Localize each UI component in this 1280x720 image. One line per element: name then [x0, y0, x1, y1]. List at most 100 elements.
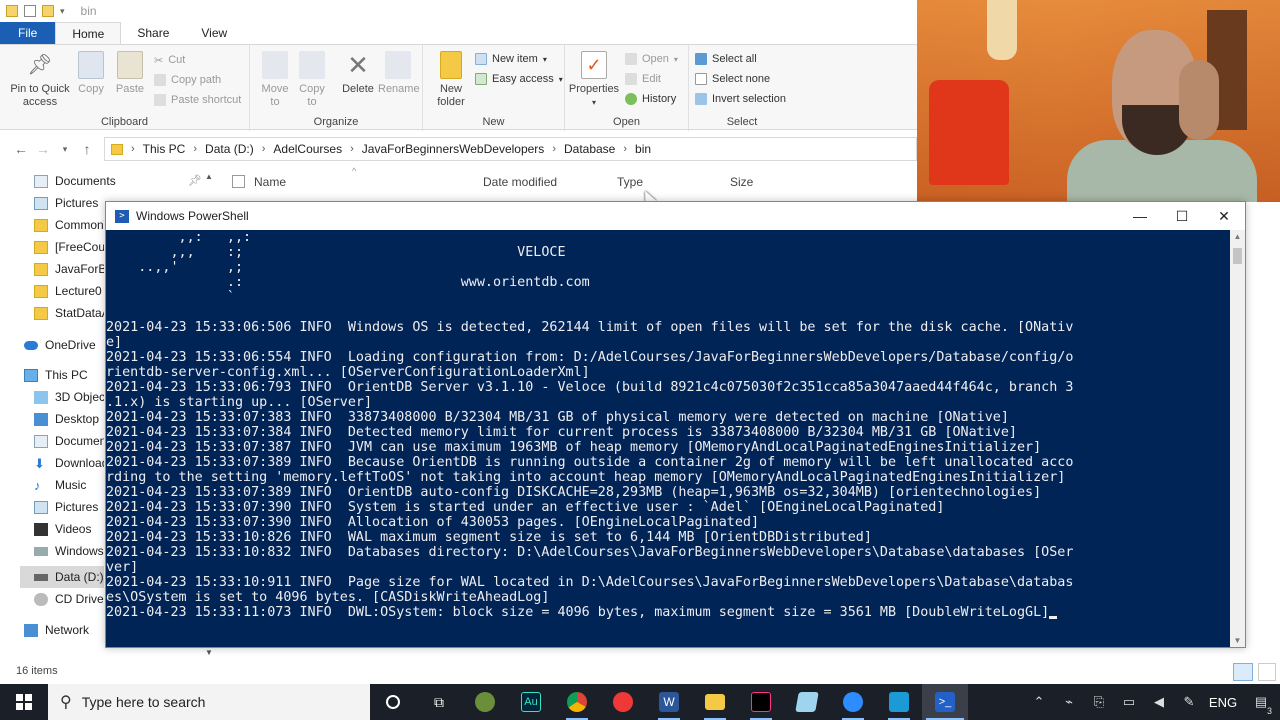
scroll-down-icon[interactable]: ▼ — [205, 648, 213, 657]
taskbar-app-notes[interactable] — [784, 684, 830, 720]
taskbar-search[interactable]: ⚲ Type here to search — [48, 684, 370, 720]
volume-icon[interactable]: ◀ — [1144, 694, 1174, 710]
nav-item-network[interactable]: Network — [24, 619, 89, 641]
chevron-up-icon[interactable]: ⌃ — [1024, 694, 1054, 710]
nav-item-downloads[interactable]: ⬇ Downloads — [34, 452, 104, 474]
taskbar-app-chrome[interactable] — [554, 684, 600, 720]
chevron-right-icon[interactable]: › — [623, 143, 627, 155]
invert-selection-button[interactable]: Invert selection — [695, 90, 786, 108]
properties-qat-icon[interactable] — [24, 5, 36, 17]
battery-icon[interactable]: ▭ — [1114, 694, 1144, 710]
column-size[interactable]: Size — [730, 175, 753, 189]
task-view-button[interactable]: ⧉ — [416, 684, 462, 720]
qat-dropdown-icon[interactable]: ▾ — [60, 6, 65, 17]
taskbar-app-gimp[interactable] — [462, 684, 508, 720]
chevron-right-icon[interactable]: › — [552, 143, 556, 155]
select-none-button[interactable]: Select none — [695, 70, 770, 88]
properties-button[interactable]: ✓ Properties ▾ — [567, 49, 621, 109]
rename-button[interactable]: Rename — [378, 49, 420, 96]
new-folder-button[interactable]: New folder — [431, 49, 471, 109]
chevron-right-icon[interactable]: › — [350, 143, 354, 155]
language-indicator[interactable]: ENG — [1204, 695, 1242, 710]
edit-button[interactable]: Edit — [625, 70, 661, 88]
usb-icon[interactable]: ⎘ — [1084, 694, 1114, 710]
nav-item-onedrive[interactable]: OneDrive — [24, 334, 96, 356]
chevron-right-icon[interactable]: › — [131, 143, 135, 155]
easy-access-button[interactable]: Easy access ▾ — [475, 70, 563, 88]
nav-item-pictures-pc[interactable]: Pictures — [34, 496, 104, 518]
taskbar-app-powershell[interactable]: >_ — [922, 684, 968, 720]
close-button[interactable]: ✕ — [1202, 202, 1246, 230]
chevron-right-icon[interactable]: › — [193, 143, 197, 155]
taskbar-app-intellij[interactable] — [738, 684, 784, 720]
large-icons-view-button[interactable] — [1258, 663, 1276, 681]
nav-item-3d-objects[interactable]: 3D Objects — [34, 386, 104, 408]
tab-view[interactable]: View — [185, 22, 243, 44]
taskbar-app-vivaldi[interactable] — [600, 684, 646, 720]
breadcrumb[interactable]: › This PC › Data (D:) › AdelCourses › Ja… — [104, 137, 917, 161]
start-button[interactable] — [0, 684, 48, 720]
terminal-output[interactable]: ,,: ,,: ,,, :; VELOCE ..,,' ,; .: www.or… — [106, 230, 1230, 647]
forward-arrow-icon[interactable]: → — [32, 141, 54, 157]
recent-locations-icon[interactable]: ▾ — [54, 144, 76, 155]
paste-button[interactable]: Paste — [114, 49, 146, 96]
pin-icon[interactable]: 📌︎ — [188, 174, 202, 187]
copy-to-button[interactable]: Copy to — [296, 49, 328, 109]
breadcrumb-adelcourses[interactable]: AdelCourses — [273, 142, 342, 156]
column-type[interactable]: Type — [617, 175, 643, 189]
back-arrow-icon[interactable]: ← — [10, 141, 32, 157]
taskbar-app-word[interactable]: W — [646, 684, 692, 720]
delete-button[interactable]: ✕ Delete — [340, 49, 376, 96]
nav-item-lecture0[interactable]: Lecture0 — [34, 280, 104, 302]
pin-to-quick-access-button[interactable]: 📌︎ Pin to Quick access — [6, 49, 74, 109]
scroll-down-icon[interactable]: ▼ — [1230, 636, 1245, 645]
terminal-scrollbar[interactable]: ▲ ▼ — [1230, 230, 1245, 647]
nav-item-data-d[interactable]: Data (D:) — [20, 566, 104, 588]
powershell-titlebar[interactable]: > Windows PowerShell — ☐ ✕ — [106, 202, 1245, 230]
history-button[interactable]: History — [625, 90, 676, 108]
up-arrow-icon[interactable]: ↑ — [76, 141, 98, 157]
breadcrumb-javaforbeginners[interactable]: JavaForBeginnersWebDevelopers — [362, 142, 545, 156]
move-to-button[interactable]: Move to — [258, 49, 292, 109]
nav-item-desktop[interactable]: Desktop — [34, 408, 104, 430]
breadcrumb-bin[interactable]: bin — [635, 142, 651, 156]
nav-item-videos[interactable]: Videos — [34, 518, 104, 540]
notification-center-button[interactable]: ▤ 3 — [1242, 694, 1280, 716]
new-item-button[interactable]: New item ▾ — [475, 50, 547, 68]
taskbar-app-snip[interactable] — [876, 684, 922, 720]
nav-item-commonw[interactable]: CommonW — [34, 214, 104, 236]
column-name[interactable]: Name — [254, 175, 286, 189]
nav-item-windows-c[interactable]: Windows (C — [34, 540, 104, 562]
nav-item-cd-drive[interactable]: CD Drive (F — [34, 588, 104, 610]
tab-file[interactable]: File — [0, 22, 56, 44]
nav-item-freecours[interactable]: [FreeCours — [34, 236, 104, 258]
open-button[interactable]: Open ▾ — [625, 50, 678, 68]
paste-shortcut-button[interactable]: Paste shortcut — [154, 91, 241, 109]
taskbar-app-zoom[interactable] — [830, 684, 876, 720]
pen-icon[interactable]: ✎ — [1174, 694, 1204, 710]
select-all-button[interactable]: Select all — [695, 50, 757, 68]
breadcrumb-data-d[interactable]: Data (D:) — [205, 142, 254, 156]
tab-home[interactable]: Home — [55, 22, 122, 44]
signal-icon[interactable]: ⌁ — [1054, 694, 1084, 710]
taskbar-app-file-explorer[interactable] — [692, 684, 738, 720]
scrollbar-thumb[interactable] — [1233, 248, 1242, 264]
column-date-modified[interactable]: Date modified — [483, 175, 557, 189]
breadcrumb-this-pc[interactable]: This PC — [143, 142, 186, 156]
scroll-up-icon[interactable]: ▲ — [1230, 232, 1245, 241]
nav-item-documents-pc[interactable]: Documents — [34, 430, 104, 452]
breadcrumb-database[interactable]: Database — [564, 142, 615, 156]
select-all-checkbox[interactable] — [232, 175, 245, 188]
powershell-window[interactable]: > Windows PowerShell — ☐ ✕ ,,: ,,: ,,, :… — [105, 201, 1246, 648]
chevron-right-icon[interactable]: › — [262, 143, 266, 155]
new-folder-qat-icon[interactable] — [42, 5, 54, 17]
copy-path-button[interactable]: Copy path — [154, 71, 221, 89]
taskbar-app-audition[interactable]: Au — [508, 684, 554, 720]
copy-button[interactable]: Copy — [76, 49, 106, 96]
cortana-button[interactable] — [370, 684, 416, 720]
nav-item-this-pc[interactable]: This PC — [24, 364, 88, 386]
minimize-button[interactable]: — — [1118, 202, 1162, 230]
nav-item-pictures[interactable]: Pictures — [34, 192, 98, 214]
nav-item-statdataan[interactable]: StatDataAn — [34, 302, 104, 324]
cut-button[interactable]: ✂ Cut — [154, 51, 185, 69]
